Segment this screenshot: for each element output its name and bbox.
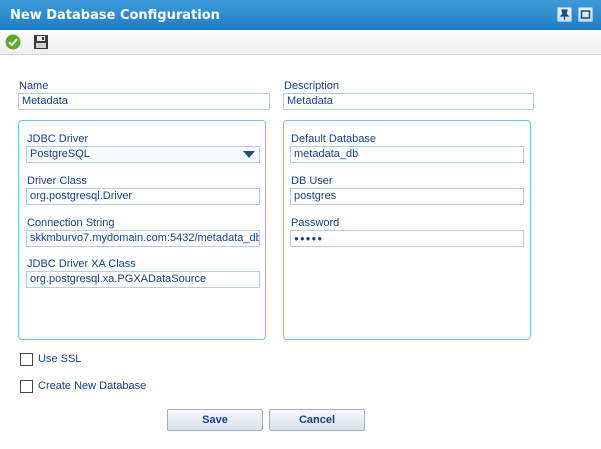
jdbc-driver-value: PostgreSQL (30, 148, 90, 160)
driver-class-label: Driver Class (27, 175, 87, 187)
maximize-icon[interactable] (578, 7, 593, 22)
description-input[interactable]: Metadata (283, 93, 534, 110)
use-ssl-checkbox[interactable] (20, 353, 33, 366)
window-title: New Database Configuration (10, 8, 220, 23)
config-window: New Database Configuration Name Metadata… (0, 0, 601, 449)
name-input[interactable]: Metadata (18, 93, 270, 110)
connection-string-label: Connection String (27, 217, 115, 229)
use-ssl-label: Use SSL (38, 353, 82, 365)
pin-icon[interactable] (557, 7, 572, 22)
password-label: Password (291, 217, 340, 229)
checkmark-icon[interactable] (5, 34, 21, 50)
create-database-label: Create New Database (38, 380, 147, 392)
name-label: Name (19, 80, 49, 92)
db-user-label: DB User (291, 175, 333, 187)
cancel-button[interactable]: Cancel (269, 409, 365, 431)
window-titlebar: New Database Configuration (0, 0, 601, 30)
default-database-label: Default Database (291, 133, 376, 145)
save-button[interactable]: Save (167, 409, 263, 431)
jdbc-driver-label: JDBC Driver (27, 133, 89, 145)
jdbc-driver-select[interactable]: PostgreSQL (26, 146, 260, 163)
password-input[interactable]: ●●●●● (290, 230, 524, 247)
db-user-input[interactable]: postgres (290, 188, 524, 205)
driver-class-input[interactable]: org.postgresql.Driver (26, 188, 260, 205)
xa-class-label: JDBC Driver XA Class (27, 258, 136, 270)
default-database-input[interactable]: metadata_db (290, 146, 524, 163)
connection-string-input[interactable]: skkmburvo7.mydomain.com:5432/metadata_db (26, 230, 260, 247)
create-database-checkbox[interactable] (20, 380, 33, 393)
toolbar (0, 30, 601, 55)
description-label: Description (284, 80, 340, 92)
xa-class-input[interactable]: org.postgresql.xa.PGXADataSource (26, 271, 260, 288)
chevron-down-icon[interactable] (243, 151, 255, 158)
save-disk-icon[interactable] (33, 34, 49, 50)
